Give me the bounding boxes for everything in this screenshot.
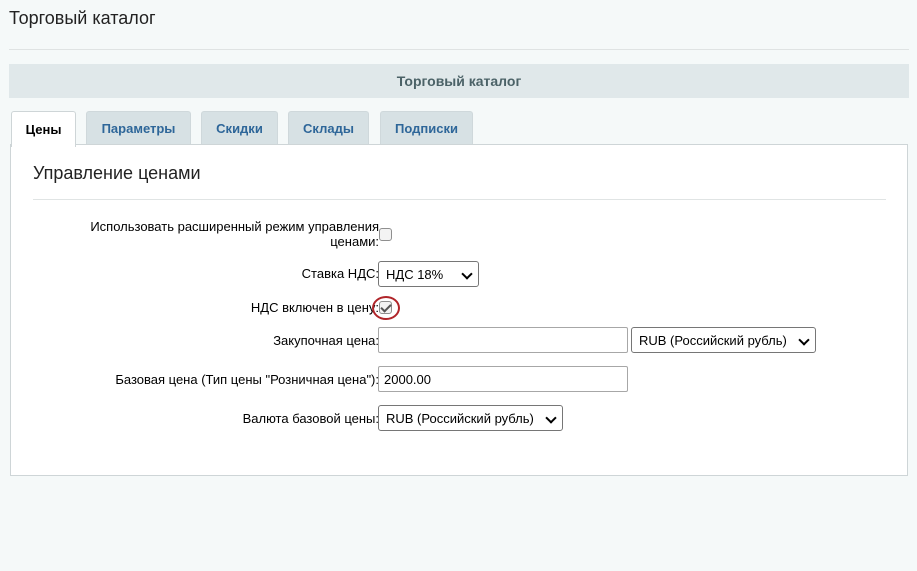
tab-prices-label: Цены bbox=[25, 122, 62, 137]
tab-parameters-label: Параметры bbox=[101, 121, 176, 136]
section-header: Торговый каталог bbox=[9, 64, 909, 98]
purchase-currency-value: RUB (Российский рубль) bbox=[639, 332, 787, 348]
purchase-price-label: Закупочная цена: bbox=[273, 333, 379, 348]
chevron-down-icon bbox=[461, 268, 473, 280]
title-divider bbox=[9, 49, 909, 50]
base-currency-value: RUB (Российский рубль) bbox=[386, 410, 534, 426]
purchase-price-input[interactable] bbox=[378, 327, 628, 353]
extended-mode-checkbox[interactable] bbox=[379, 228, 392, 241]
vat-rate-label: Ставка НДС: bbox=[301, 266, 379, 281]
tab-subscriptions[interactable]: Подписки bbox=[380, 111, 473, 145]
section-title: Торговый каталог bbox=[396, 73, 522, 89]
vat-rate-value: НДС 18% bbox=[386, 266, 444, 282]
extended-mode-label: Использовать расширенный режим управлени… bbox=[90, 219, 379, 249]
base-price-label: Базовая цена (Тип цены "Розничная цена")… bbox=[115, 372, 379, 387]
tab-discounts-label: Скидки bbox=[216, 121, 263, 136]
vat-included-label: НДС включен в цену: bbox=[250, 300, 379, 315]
base-currency-select[interactable]: RUB (Российский рубль) bbox=[378, 405, 563, 431]
page-title: Торговый каталог bbox=[9, 8, 156, 28]
vat-rate-select[interactable]: НДС 18% bbox=[378, 261, 479, 287]
tab-warehouses[interactable]: Склады bbox=[288, 111, 369, 145]
purchase-currency-select[interactable]: RUB (Российский рубль) bbox=[631, 327, 816, 353]
base-price-input[interactable]: 2000.00 bbox=[378, 366, 628, 392]
tab-prices[interactable]: Цены bbox=[11, 111, 76, 147]
base-currency-label: Валюта базовой цены: bbox=[242, 411, 379, 426]
chevron-down-icon bbox=[798, 334, 810, 346]
tab-warehouses-label: Склады bbox=[303, 121, 354, 136]
tab-parameters[interactable]: Параметры bbox=[86, 111, 191, 145]
tab-subscriptions-label: Подписки bbox=[395, 121, 458, 136]
base-price-value: 2000.00 bbox=[384, 371, 431, 387]
extended-mode-label-line1: Использовать расширенный режим управлени… bbox=[90, 219, 379, 234]
panel-divider bbox=[33, 199, 886, 200]
highlight-circle bbox=[372, 296, 400, 320]
extended-mode-label-line2: ценами: bbox=[330, 234, 379, 249]
chevron-down-icon bbox=[545, 412, 557, 424]
panel-heading: Управление ценами bbox=[33, 163, 201, 183]
tab-discounts[interactable]: Скидки bbox=[201, 111, 278, 145]
